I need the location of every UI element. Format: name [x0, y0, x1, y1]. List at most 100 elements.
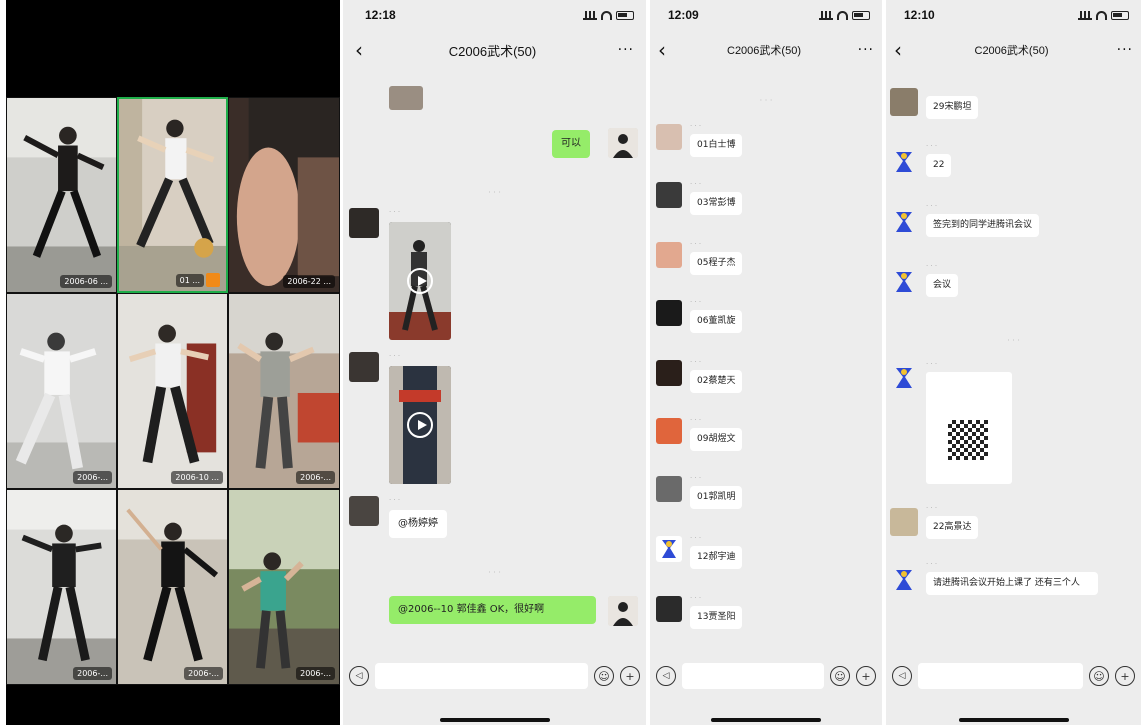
participant-tile[interactable]: 2006-... — [6, 293, 117, 489]
chat-title: C2006武术(50) — [448, 43, 537, 59]
participant-tile[interactable]: 2006-22 ... — [228, 97, 340, 293]
message-bubble[interactable]: 可以 — [552, 130, 590, 158]
avatar[interactable] — [349, 352, 379, 382]
plus-icon[interactable]: + — [620, 666, 640, 686]
battery-icon — [852, 10, 870, 20]
emoji-icon[interactable]: ☺ — [1089, 666, 1109, 686]
avatar[interactable] — [890, 268, 918, 296]
home-indicator — [711, 718, 821, 722]
participant-video — [118, 294, 227, 488]
participant-video — [7, 294, 116, 488]
participant-tile-active-speaker[interactable]: 01 ... — [117, 97, 228, 293]
back-arrow-icon[interactable]: ‹ — [894, 38, 914, 62]
sender-name: · · · — [690, 358, 702, 366]
avatar[interactable] — [349, 496, 379, 526]
qr-code-image-message[interactable] — [926, 372, 1012, 484]
sender-name: · · · — [690, 240, 702, 248]
message-input[interactable] — [682, 663, 824, 689]
video-message[interactable] — [389, 222, 451, 340]
input-actions: ☺ + — [1089, 666, 1135, 686]
status-bar: 12:09 — [650, 0, 882, 30]
participant-tile[interactable]: 2006-... — [117, 489, 228, 685]
avatar[interactable] — [656, 418, 682, 444]
avatar[interactable] — [656, 124, 682, 150]
voice-input-icon[interactable]: ◁ — [656, 666, 676, 686]
sender-name: · · · — [690, 416, 702, 424]
message-bubble[interactable]: 22高景达 — [926, 516, 979, 539]
avatar[interactable] — [656, 596, 682, 622]
message-bubble[interactable]: 会议 — [926, 274, 959, 297]
avatar[interactable] — [656, 300, 682, 326]
sender-name: · · · — [926, 202, 938, 210]
participant-tile[interactable]: 2006-06 ... — [6, 97, 117, 293]
timestamp-divider: · · · — [488, 568, 501, 577]
avatar[interactable] — [890, 208, 918, 236]
participant-video — [229, 98, 339, 292]
plus-icon[interactable]: + — [856, 666, 876, 686]
sender-name: · · · — [926, 262, 938, 270]
chat-input-bar: ◁ ☺ + — [650, 661, 882, 691]
more-options-icon[interactable]: ··· — [610, 42, 634, 58]
message-bubble[interactable]: 签完到的同学进腾讯会议 — [926, 214, 1040, 237]
timestamp-divider: · · · — [759, 96, 773, 105]
participant-tile[interactable]: 2006-... — [228, 293, 340, 489]
plus-icon[interactable]: + — [1115, 666, 1135, 686]
avatar[interactable] — [890, 566, 918, 594]
avatar[interactable] — [656, 476, 682, 502]
participant-name: 2006-... — [184, 667, 223, 680]
home-indicator — [958, 718, 1069, 722]
image-message[interactable] — [389, 86, 423, 110]
message-bubble[interactable]: 29宋鹏坦 — [926, 96, 979, 119]
message-bubble[interactable]: @2006--10 郭佳鑫 OK，很好啊 — [389, 596, 596, 624]
message-input[interactable] — [375, 663, 588, 689]
message-bubble[interactable]: @杨婷婷 — [389, 510, 447, 538]
message-bubble[interactable]: 02蔡楚天 — [690, 370, 743, 393]
message-list[interactable]: 29宋鹏坦 · · · 22 · · · 签完到的同学进腾讯会议 · · · 会… — [886, 70, 1141, 667]
message-bubble[interactable]: 01白士博 — [690, 134, 743, 157]
voice-input-icon[interactable]: ◁ — [892, 666, 912, 686]
message-bubble[interactable]: 09胡煜文 — [690, 428, 743, 451]
battery-icon — [616, 10, 634, 20]
back-arrow-icon[interactable]: ‹ — [658, 38, 678, 62]
voice-input-icon[interactable]: ◁ — [349, 666, 369, 686]
chat-header: ‹ C2006武术(50) ··· — [343, 30, 646, 70]
message-input[interactable] — [918, 663, 1083, 689]
message-list[interactable]: · · · · · · 01白士博 · · · 03常彭博 · · · 05程子… — [650, 70, 882, 667]
avatar[interactable] — [656, 360, 682, 386]
more-options-icon[interactable]: ··· — [850, 42, 874, 58]
chat-title: C2006武术(50) — [974, 45, 1049, 57]
message-bubble[interactable]: 请进腾讯会议开始上课了 还有三个人 — [926, 572, 1098, 595]
avatar[interactable] — [349, 208, 379, 238]
participant-grid: 2006-06 ... 01 ... 2006-22 ... 2006-... … — [6, 97, 340, 685]
avatar[interactable] — [890, 364, 918, 392]
avatar[interactable] — [608, 128, 638, 158]
message-bubble[interactable]: 01郭凯明 — [690, 486, 743, 509]
participant-tile[interactable]: 2006-... — [228, 489, 340, 685]
signal-icon — [819, 10, 833, 20]
avatar[interactable] — [890, 508, 918, 536]
back-arrow-icon[interactable]: ‹ — [355, 38, 375, 62]
participant-video — [229, 490, 339, 684]
video-message[interactable] — [389, 366, 451, 484]
avatar[interactable] — [890, 88, 918, 116]
battery-icon — [1111, 10, 1129, 20]
message-bubble[interactable]: 12郝宇迪 — [690, 546, 743, 569]
message-bubble[interactable]: 06董凯旋 — [690, 310, 743, 333]
more-options-icon[interactable]: ··· — [1109, 42, 1133, 58]
participant-video — [229, 294, 339, 488]
avatar[interactable] — [608, 596, 638, 626]
participant-name: 2006-22 ... — [283, 275, 335, 288]
message-bubble[interactable]: 03常彭博 — [690, 192, 743, 215]
message-bubble[interactable]: 22 — [926, 154, 952, 177]
emoji-icon[interactable]: ☺ — [830, 666, 850, 686]
avatar[interactable] — [656, 536, 682, 562]
message-list[interactable]: 可以 · · · · · · · · · · · · @杨婷婷 · · · @2… — [343, 70, 646, 667]
avatar[interactable] — [656, 242, 682, 268]
participant-tile[interactable]: 2006-10 ... — [117, 293, 228, 489]
participant-tile[interactable]: 2006-... — [6, 489, 117, 685]
avatar[interactable] — [890, 148, 918, 176]
message-bubble[interactable]: 13贾圣阳 — [690, 606, 743, 629]
emoji-icon[interactable]: ☺ — [594, 666, 614, 686]
avatar[interactable] — [656, 182, 682, 208]
message-bubble[interactable]: 05程子杰 — [690, 252, 743, 275]
